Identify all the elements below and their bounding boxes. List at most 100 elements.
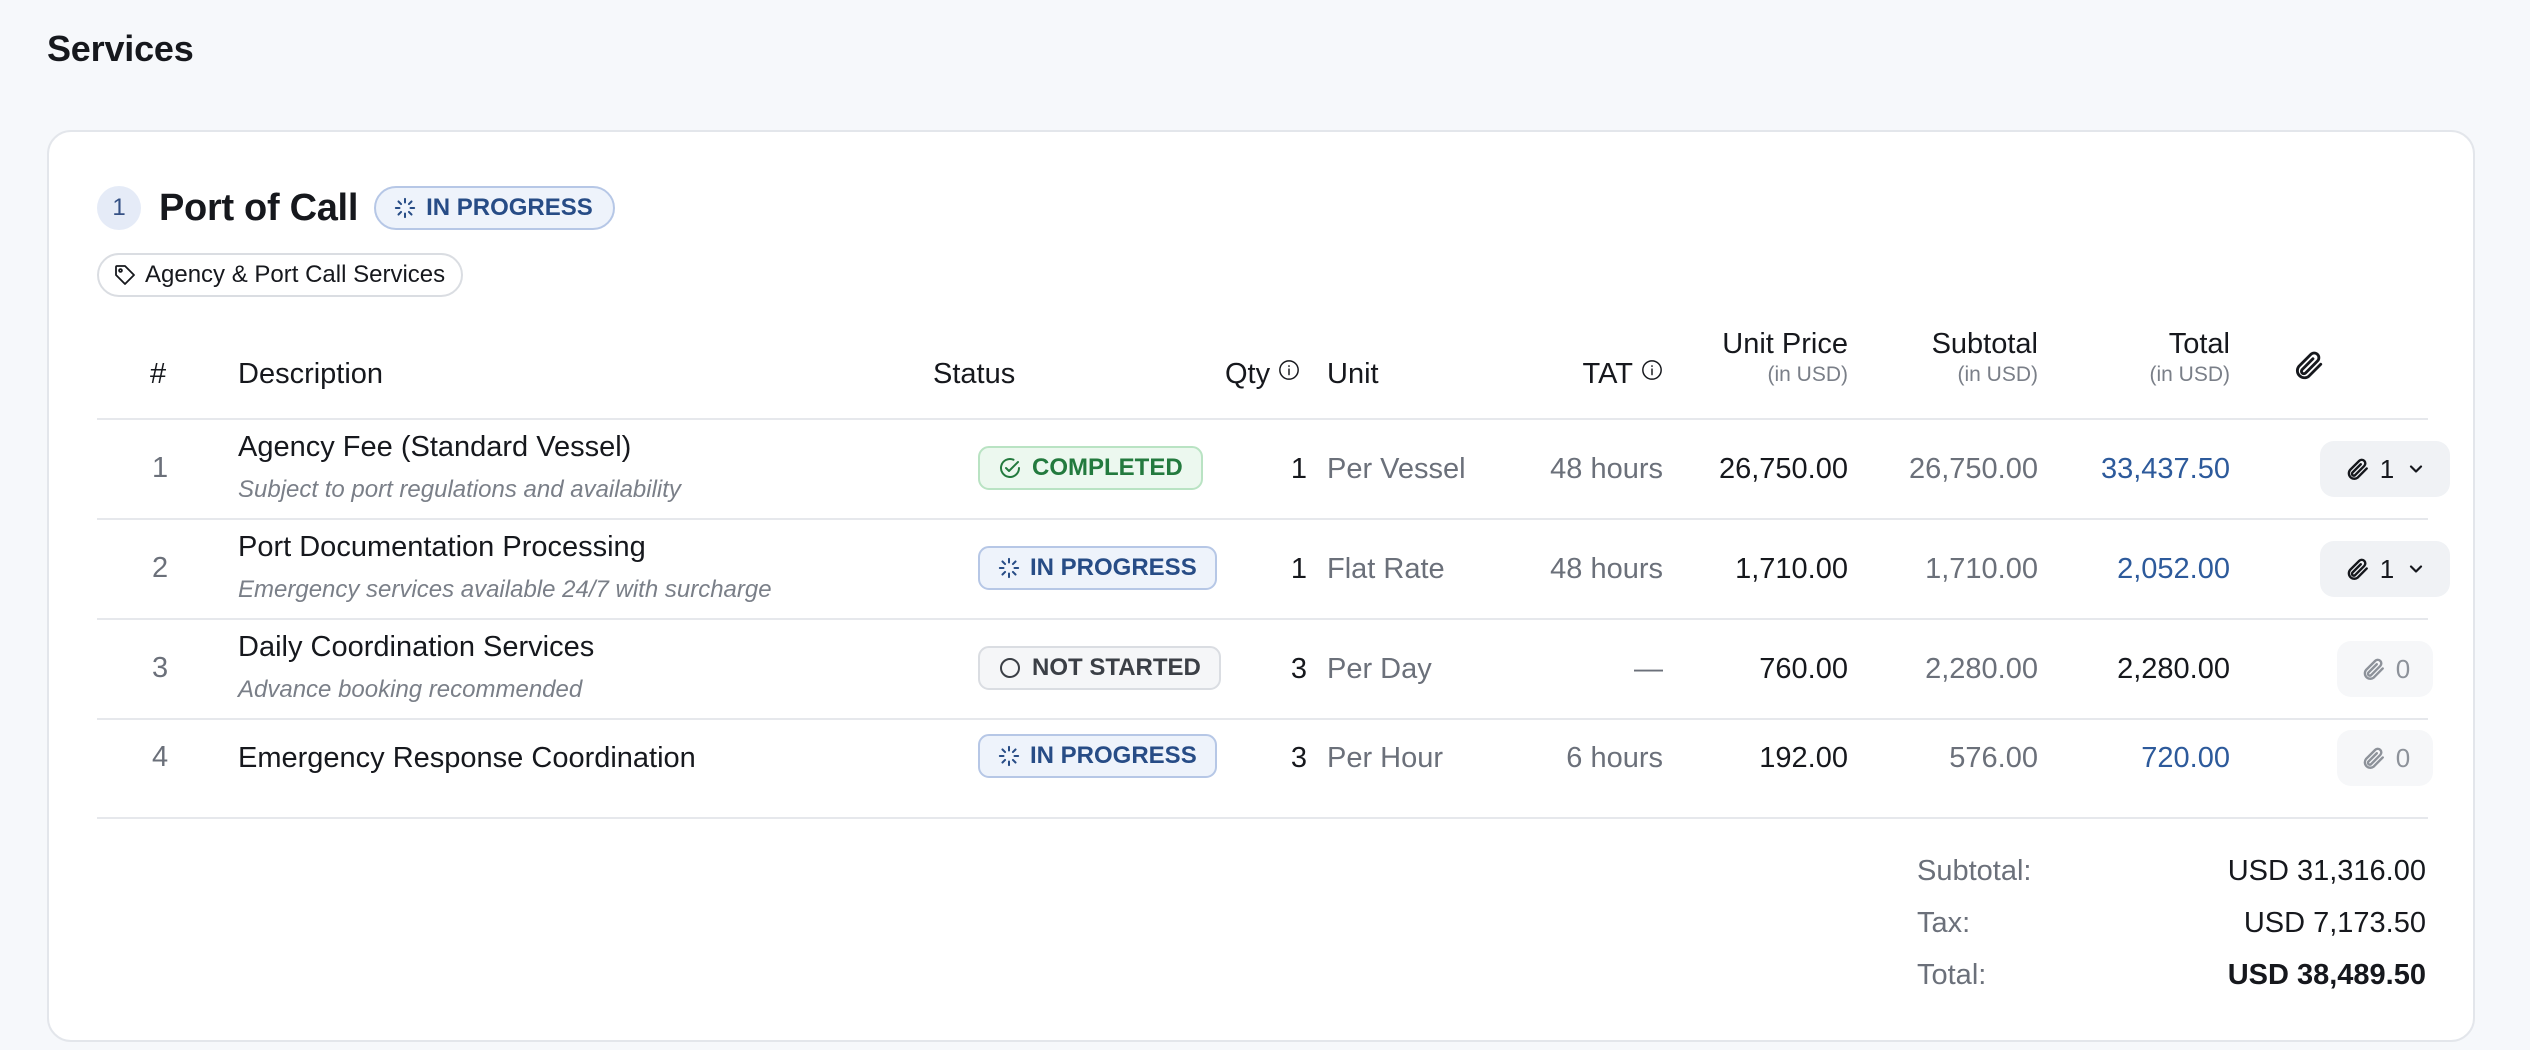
tag-icon	[115, 265, 135, 285]
row-note: Advance booking recommended	[238, 676, 583, 703]
row-note: Emergency services available 24/7 with s…	[238, 576, 772, 603]
table-row[interactable]: 4 Emergency Response Coordination IN PRO…	[97, 720, 2433, 804]
col-unit-price-label: Unit Price	[1722, 328, 1848, 360]
col-qty-label: Qty	[1225, 358, 1271, 390]
info-icon[interactable]	[1278, 356, 1300, 389]
col-total-label: Total	[2168, 328, 2230, 360]
row-total[interactable]: 720.00	[2141, 742, 2230, 775]
summary-subtotal-label: Subtotal:	[1917, 855, 2032, 887]
attachments-dropdown[interactable]: 1	[2320, 541, 2450, 597]
col-unit-price-header: Unit Price (in USD)	[1722, 328, 1848, 387]
service-section-card: 1 Port of Call IN PROGRESS Agency & Port…	[47, 130, 2475, 1042]
summary-tax-value: USD 7,173.50	[2243, 907, 2426, 939]
table-row[interactable]: 1 Agency Fee (Standard Vessel) Subject t…	[97, 420, 2450, 520]
category-tag-label: Agency & Port Call Services	[145, 261, 446, 288]
col-subtotal-sub: (in USD)	[1957, 363, 2038, 386]
col-description-header: Description	[238, 358, 384, 390]
row-total[interactable]: 2,052.00	[2117, 553, 2230, 586]
row-subtotal: 1,710.00	[1925, 553, 2038, 585]
attachment-count: 1	[2379, 453, 2395, 484]
row-qty: 3	[1290, 653, 1307, 685]
table-row[interactable]: 2 Port Documentation Processing Emergenc…	[97, 520, 2450, 620]
row-unit: Flat Rate	[1327, 553, 1445, 585]
row-subtotal: 2,280.00	[1925, 653, 2038, 685]
page-title: Services	[47, 28, 194, 69]
row-unit-price: 192.00	[1759, 742, 1848, 774]
row-qty: 3	[1290, 742, 1307, 774]
col-subtotal-label: Subtotal	[1931, 328, 2038, 360]
paperclip-icon	[2291, 348, 2325, 390]
summary-divider	[97, 817, 2428, 819]
row-unit: Per Day	[1327, 653, 1432, 685]
row-total[interactable]: 33,437.50	[2101, 453, 2230, 486]
spinner-icon	[998, 557, 1020, 579]
row-unit: Per Hour	[1327, 742, 1444, 774]
status-badge[interactable]: NOT STARTED	[978, 646, 1221, 690]
row-number: 2	[152, 552, 169, 584]
paperclip-icon	[2363, 747, 2384, 769]
services-table: # Description Status Qty Unit TAT Unit P…	[97, 328, 2450, 804]
summary-tax-label: Tax:	[1917, 907, 1971, 939]
row-unit-price: 760.00	[1759, 653, 1848, 685]
status-badge[interactable]: IN PROGRESS	[978, 546, 1217, 590]
attachments-button[interactable]: 0	[2337, 730, 2433, 786]
summary-subtotal-value: USD 31,316.00	[2227, 855, 2426, 887]
paperclip-icon	[2363, 658, 2384, 680]
row-number: 3	[152, 652, 169, 684]
row-total: 2,280.00	[2117, 653, 2230, 685]
row-description: Port Documentation Processing	[238, 531, 646, 563]
summary-total-label: Total:	[1917, 959, 1987, 991]
row-tat: —	[1634, 653, 1663, 685]
row-number: 4	[152, 741, 169, 773]
section-title: Port of Call	[159, 186, 359, 229]
summary-total-value: USD 38,489.50	[2227, 959, 2426, 991]
col-num-header: #	[150, 358, 167, 390]
section-header: 1 Port of Call IN PROGRESS	[97, 186, 615, 230]
status-label: IN PROGRESS	[1030, 742, 1197, 769]
info-icon[interactable]	[1641, 356, 1663, 389]
status-label: IN PROGRESS	[1030, 554, 1197, 581]
paperclip-icon	[2347, 558, 2368, 580]
table-header: # Description Status Qty Unit TAT Unit P…	[97, 328, 2428, 420]
section-status-label: IN PROGRESS	[426, 194, 593, 221]
col-total-header: Total (in USD)	[2149, 328, 2230, 387]
row-qty: 1	[1290, 553, 1307, 585]
chevron-down-icon	[2410, 465, 2423, 473]
row-unit: Per Vessel	[1327, 453, 1466, 485]
status-badge[interactable]: IN PROGRESS	[978, 734, 1217, 778]
row-description: Daily Coordination Services	[238, 631, 595, 663]
chevron-down-icon	[2410, 565, 2423, 573]
attachment-count: 0	[2395, 653, 2411, 684]
row-unit-price: 26,750.00	[1718, 453, 1848, 485]
spinner-icon	[394, 197, 416, 219]
attachment-count: 1	[2379, 553, 2395, 584]
table-row[interactable]: 3 Daily Coordination Services Advance bo…	[97, 620, 2433, 720]
circle-icon	[1000, 658, 1020, 678]
section-number: 1	[97, 186, 141, 230]
row-subtotal: 26,750.00	[1908, 453, 2038, 485]
row-note: Subject to port regulations and availabi…	[238, 476, 681, 503]
row-subtotal: 576.00	[1949, 742, 2038, 774]
status-label: COMPLETED	[1032, 454, 1183, 481]
row-qty: 1	[1290, 453, 1307, 485]
paperclip-icon	[2347, 458, 2368, 480]
attachments-dropdown[interactable]: 1	[2320, 441, 2450, 497]
col-unit-header: Unit	[1327, 358, 1379, 390]
status-badge[interactable]: COMPLETED	[978, 446, 1203, 490]
row-tat: 48 hours	[1550, 453, 1663, 485]
col-qty-header: Qty	[1225, 358, 1300, 392]
col-unit-price-sub: (in USD)	[1767, 363, 1848, 386]
attachments-button[interactable]: 0	[2337, 641, 2433, 697]
col-status-header: Status	[933, 358, 1016, 390]
col-tat-label: TAT	[1582, 358, 1633, 390]
spinner-icon	[998, 745, 1020, 767]
row-tat: 6 hours	[1566, 742, 1663, 774]
check-circle-icon	[1000, 458, 1020, 478]
status-label: NOT STARTED	[1032, 654, 1201, 681]
row-unit-price: 1,710.00	[1735, 553, 1848, 585]
row-tat: 48 hours	[1550, 553, 1663, 585]
row-number: 1	[152, 452, 169, 484]
attachment-count: 0	[2395, 742, 2411, 773]
row-description: Agency Fee (Standard Vessel)	[238, 431, 632, 463]
row-description: Emergency Response Coordination	[238, 742, 696, 774]
